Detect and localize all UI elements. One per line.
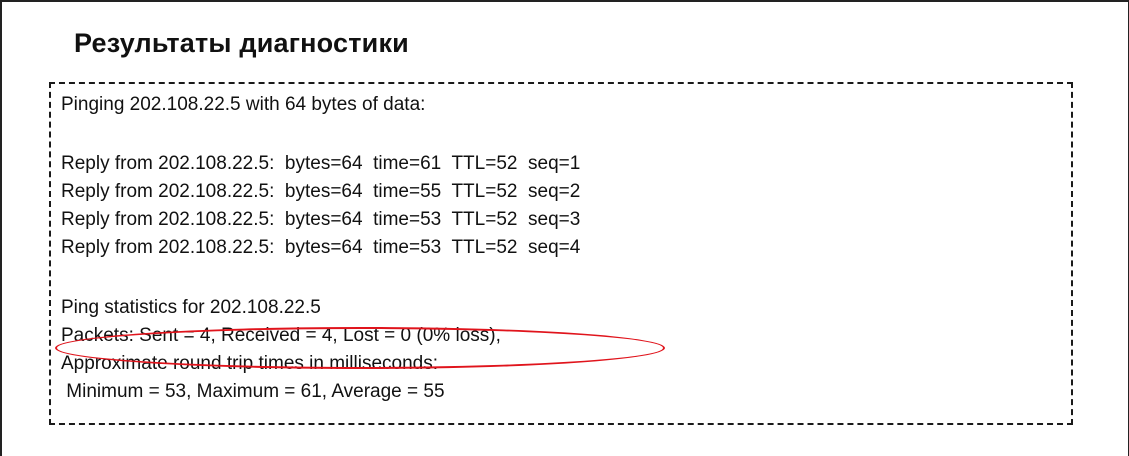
- page-title: Результаты диагностики: [74, 28, 409, 58]
- packets-summary-line: Packets: Sent = 4, Received = 4, Lost = …: [61, 325, 501, 346]
- diagnostics-results-box: Pinging 202.108.22.5 with 64 bytes of da…: [49, 82, 1073, 425]
- rtt-values-line: Minimum = 53, Maximum = 61, Average = 55: [61, 381, 445, 402]
- ping-header-line: Pinging 202.108.22.5 with 64 bytes of da…: [61, 94, 426, 115]
- reply-line-4: Reply from 202.108.22.5: bytes=64 time=5…: [61, 237, 581, 258]
- reply-line-1: Reply from 202.108.22.5: bytes=64 time=6…: [61, 153, 581, 174]
- reply-line-3: Reply from 202.108.22.5: bytes=64 time=5…: [61, 209, 581, 230]
- page-frame: Результаты диагностики Pinging 202.108.2…: [0, 0, 1129, 456]
- rtt-header-line: Approximate round trip times in millisec…: [61, 353, 438, 374]
- reply-line-2: Reply from 202.108.22.5: bytes=64 time=5…: [61, 181, 581, 202]
- ping-statistics-line: Ping statistics for 202.108.22.5: [61, 297, 321, 318]
